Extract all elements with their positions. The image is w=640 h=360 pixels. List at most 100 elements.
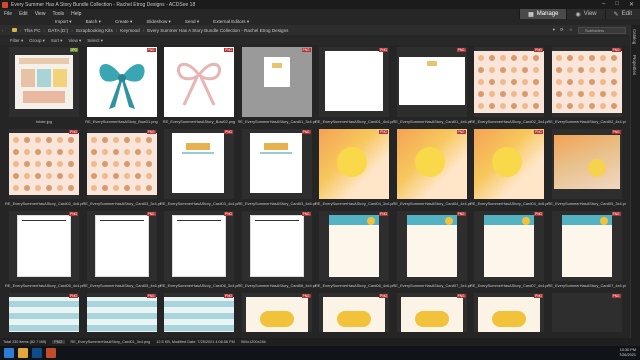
file-type-badge: PNG	[69, 212, 78, 216]
manage-label: Manage	[536, 11, 559, 17]
group-menu[interactable]: Group ▾	[29, 38, 45, 44]
thumbnail-item[interactable]: PNG RE_EverySummerHasAStory_Card04_4x4.pn…	[393, 129, 471, 212]
thumbnail-image	[400, 297, 463, 332]
thumbnail-item[interactable]: PNG RE_EverySummerHasAStory_Card02_3x4.pn…	[470, 47, 548, 130]
thumbnail-item[interactable]: PNG	[393, 293, 470, 332]
thumbnail-item[interactable]: PNG RE_EverySummerHasAStory_Card01_3x4.pn…	[238, 47, 316, 130]
thumbnail-item[interactable]: PNG	[548, 293, 625, 332]
thumbnail-item[interactable]: PNG RE_EverySummerHasAStory_Card05_4x4.pn…	[5, 211, 83, 294]
thumbnail-item[interactable]: PNG RE_EverySummerHasAStory_Card03_4x4.pn…	[160, 129, 238, 212]
app-icon	[2, 1, 8, 8]
sort-menu[interactable]: Sort ▾	[51, 38, 62, 44]
minimize-button[interactable]: –	[602, 1, 605, 8]
thumbnail-image	[164, 297, 234, 332]
thumbnail-image	[474, 129, 544, 199]
thumbnail-item[interactable]: PNG	[83, 293, 160, 332]
chevron-right-icon: ›	[19, 27, 22, 33]
thumbnail-item[interactable]: PNG RE_EverySummerHasAStory_Card03_4x6.pn…	[238, 129, 316, 212]
menu-help[interactable]: Help	[71, 11, 81, 17]
thumbnail-item[interactable]: PNG RE_EverySummerHasAStory_Card03_3x4.pn…	[83, 129, 161, 212]
view-mode-button[interactable]: ◉ View	[566, 9, 605, 19]
status-file: RE_EverySummerHasAStory_Card01_3x4.png	[70, 340, 151, 344]
close-button[interactable]: ✕	[629, 1, 634, 8]
thumbnail-item[interactable]: PNG RE_EverySummerHasAStory_Card02_4x6.pn…	[5, 129, 83, 212]
file-type-badge: PNG	[301, 130, 311, 134]
catalog-tab[interactable]: Catalog	[632, 29, 637, 44]
thumbnail-image	[15, 55, 73, 109]
status-format: PNG	[52, 340, 65, 344]
thumbnail-item[interactable]: PNG	[160, 293, 237, 332]
refresh-icon[interactable]: ⟳	[560, 27, 564, 33]
file-name: RE_EverySummerHasAStory_Card02_4x6.png	[5, 201, 83, 206]
status-size: 12.5 KB, Modified Date: 7/25/2021 4:08:5…	[156, 340, 235, 344]
thumbnail-item[interactable]: PNG RE_EverySummerHasAStory_Card06_4x6.pn…	[315, 211, 393, 294]
menu-file[interactable]: File	[4, 11, 12, 17]
filter-menu[interactable]: Filter ▾	[10, 38, 23, 44]
breadcrumb-scrapbooking[interactable]: Scrapbooking Kits	[76, 28, 113, 33]
thumbnail-item[interactable]: PNG RE_EverySummerHasAStory_Card05_3x4.pn…	[548, 129, 626, 212]
breadcrumb-keymood[interactable]: Keymood	[120, 28, 139, 33]
star-icon[interactable]: ☆	[569, 27, 573, 33]
thumbnail-item[interactable]: PNG RE_EverySummerHasAStory_Card01_4x4.pn…	[315, 47, 393, 130]
dropdown-icon[interactable]: ▾	[553, 27, 555, 33]
thumbnail-item[interactable]: PNG	[5, 293, 82, 332]
menu-edit[interactable]: Edit	[19, 11, 28, 17]
properties-tab[interactable]: Properties	[632, 55, 637, 75]
file-type-badge: PNG	[611, 48, 621, 52]
file-type-badge: PNG	[534, 48, 543, 52]
thumbnail-item[interactable]: PNG RE_EverySummerHasAStory_Card05_4x6.pn…	[83, 211, 161, 294]
status-total: Total 230 items (82.7 MB)	[3, 340, 47, 344]
file-name: RE_EverySummerHasAStory_Card05_4x4.png	[5, 283, 83, 288]
thumbnail-image	[553, 135, 620, 189]
file-type-badge: PNG	[146, 294, 156, 298]
edit-mode-button[interactable]: ✎ Edit	[604, 9, 640, 19]
thumbnail-item[interactable]: PNG RE_EverySummerHasAStory_Card01_4x6.pn…	[393, 47, 471, 130]
menu-tools[interactable]: Tools	[52, 11, 64, 17]
back-icon[interactable]: ‹	[2, 28, 4, 33]
edit-icon: ✎	[613, 11, 619, 18]
thumbnail-item[interactable]: PNG RE_EverySummerHasAStory_Card07_3x4.pn…	[393, 211, 471, 294]
thumbnail-item[interactable]: PNG RE_EverySummerHasAStory_Card02_4x4.pn…	[548, 47, 626, 130]
file-type-badge: PNG	[146, 48, 156, 52]
chevron-right-icon: ›	[43, 27, 45, 33]
thumbnail-item[interactable]: PNG	[315, 293, 392, 332]
breadcrumb-collection[interactable]: Every Summer Has A Story Bundle Collecti…	[147, 28, 288, 33]
start-icon[interactable]	[4, 348, 14, 358]
photoshop-icon[interactable]	[32, 348, 42, 358]
file-name: RE_EverySummerHasAStory_Card06_3x4.png	[160, 283, 238, 288]
menu-view[interactable]: View	[35, 11, 46, 17]
thumbnail-item[interactable]: PNG RE_EverySummerHasAStory_Bow02.png	[160, 47, 237, 130]
file-type-badge: PNG	[301, 48, 311, 52]
thumbnail-item[interactable]: JPG folder.jpg	[5, 47, 82, 130]
thumbnail-item[interactable]: PNG	[238, 293, 315, 332]
thumbnail-item[interactable]: PNG RE_EverySummerHasAStory_Card06_3x4.pn…	[160, 211, 238, 294]
file-type-badge: PNG	[224, 48, 233, 52]
thumbnail-image	[245, 297, 308, 332]
file-type-badge: JPG	[69, 48, 78, 52]
thumbnail-image	[9, 133, 79, 195]
thumbnail-image	[249, 215, 304, 277]
explorer-icon[interactable]	[18, 348, 28, 358]
file-type-badge: PNG	[146, 212, 156, 216]
acdsee-icon[interactable]	[46, 348, 56, 358]
system-clock[interactable]: 10:30 PM 7/26/2021	[619, 348, 636, 358]
search-input[interactable]: Subfolders	[578, 26, 626, 34]
view-menu[interactable]: View ▾	[68, 38, 81, 44]
thumbnail-image	[474, 51, 544, 113]
file-name: RE_EverySummerHasAStory_Card07_4x6.png	[547, 283, 626, 288]
manage-mode-button[interactable]: ▦ Manage	[519, 9, 567, 19]
thumbnail-image	[478, 297, 540, 332]
select-menu[interactable]: Select ▾	[87, 38, 103, 44]
breadcrumb-data[interactable]: DATA (D:)	[48, 28, 68, 33]
mode-switcher: ▦ Manage ◉ View ✎ Edit	[519, 9, 640, 19]
thumbnail-item[interactable]: PNG RE_EverySummerHasAStory_Card06_4x4.pn…	[238, 211, 316, 294]
maximize-button[interactable]: □	[615, 1, 619, 8]
breadcrumb-this-pc[interactable]: This PC	[24, 28, 40, 33]
thumbnail-item[interactable]: PNG	[470, 293, 547, 332]
thumbnail-item[interactable]: PNG RE_EverySummerHasAStory_Card04_4x6.pn…	[470, 129, 548, 212]
thumbnail-item[interactable]: PNG RE_EverySummerHasAStory_Card04_3x4.pn…	[315, 129, 393, 212]
thumbnail-item[interactable]: PNG RE_EverySummerHasAStory_Bow01.png	[83, 47, 160, 130]
thumbnail-item[interactable]: PNG RE_EverySummerHasAStory_Card07_4x4.pn…	[470, 211, 548, 294]
file-type-badge: PNG	[456, 294, 466, 298]
thumbnail-item[interactable]: PNG RE_EverySummerHasAStory_Card07_4x6.pn…	[547, 211, 626, 294]
